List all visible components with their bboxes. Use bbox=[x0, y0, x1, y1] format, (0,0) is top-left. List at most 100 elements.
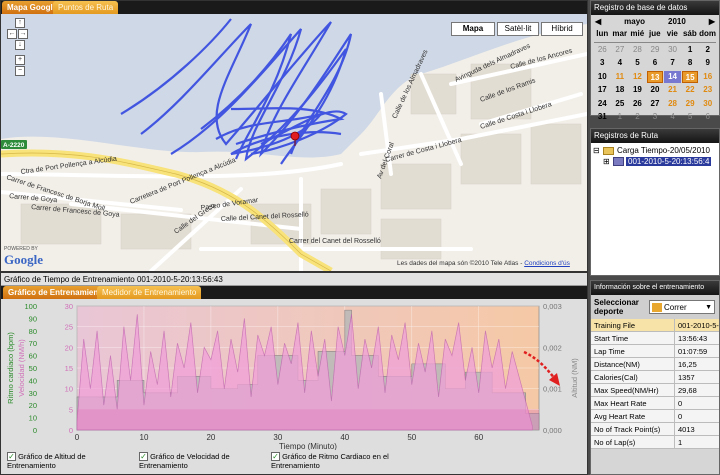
calendar-day[interactable]: 24 bbox=[594, 98, 611, 111]
info-key: No of Lap(s) bbox=[591, 436, 675, 448]
maptype-map-button[interactable]: Mapa bbox=[451, 22, 495, 36]
maptype-hybrid-button[interactable]: Híbrid bbox=[541, 22, 583, 36]
x-axis-label: Tiempo (Minuto) bbox=[279, 442, 337, 450]
google-logo: Google bbox=[4, 252, 43, 267]
info-key: Avg Heart Rate bbox=[591, 410, 675, 422]
hr-tick-label: 90 bbox=[29, 314, 37, 323]
calendar-day[interactable]: 19 bbox=[629, 84, 646, 97]
calendar-day[interactable]: 16 bbox=[699, 71, 716, 84]
street-label: Carrer del Canet del Rosselló bbox=[289, 238, 381, 245]
calendar-day[interactable]: 2 bbox=[629, 111, 646, 124]
calendar-day[interactable]: 22 bbox=[682, 84, 699, 97]
hr-tick-label: 40 bbox=[29, 376, 37, 385]
calendar-day[interactable]: 27 bbox=[647, 98, 664, 111]
info-row: Max Speed(NM/Hr) 29,68 bbox=[591, 384, 719, 397]
calendar-day[interactable]: 6 bbox=[647, 57, 664, 70]
calendar-day[interactable]: 23 bbox=[699, 84, 716, 97]
collapse-icon[interactable]: ⊟ bbox=[593, 146, 601, 155]
calendar-day[interactable]: 14 bbox=[664, 70, 681, 83]
alt-tick-label: 0,002 bbox=[543, 343, 562, 352]
calendar-day[interactable]: 29 bbox=[682, 98, 699, 111]
info-table: Training File 001-2010-5- Start Time 13:56:… bbox=[591, 319, 719, 449]
calendar-day[interactable]: 18 bbox=[612, 84, 629, 97]
calendar-day[interactable]: 21 bbox=[664, 84, 681, 97]
tab-training-meter[interactable]: Medidor de Entrenamiento bbox=[97, 286, 202, 299]
pan-down-icon[interactable]: ↓ bbox=[15, 40, 25, 50]
calendar-day[interactable]: 7 bbox=[664, 57, 681, 70]
calendar-day[interactable]: 26 bbox=[629, 98, 646, 111]
calendar-day[interactable]: 29 bbox=[647, 44, 664, 57]
tree-folder-row[interactable]: ⊟ Carga Tiempo-20/05/2010 bbox=[593, 145, 717, 156]
calendar-day[interactable]: 3 bbox=[594, 57, 611, 70]
calendar-day[interactable]: 27 bbox=[612, 44, 629, 57]
zoom-out-icon[interactable]: − bbox=[15, 66, 25, 76]
sport-selector-row: Seleccionar deporte Correr ▼ bbox=[591, 295, 719, 319]
speed-checkbox[interactable]: ✓ bbox=[139, 452, 148, 461]
calendar-nav: ◀ mayo 2010 ▶ bbox=[591, 15, 719, 28]
route-item-label[interactable]: 001-2010-5-20:13:56:4 bbox=[626, 157, 712, 166]
maptype-satellite-button[interactable]: Satèl·lit bbox=[497, 22, 539, 36]
calendar-day[interactable]: 30 bbox=[699, 98, 716, 111]
chart-tabbar: Gráfico de Entrenamiento Medidor de Entr… bbox=[1, 286, 587, 299]
calendar-day[interactable]: 4 bbox=[664, 111, 681, 124]
calendar-day[interactable]: 25 bbox=[612, 98, 629, 111]
legend-heartrate[interactable]: ✓ Gráfico de Ritmo Cardiaco en el Entren… bbox=[271, 452, 401, 470]
calendar-day[interactable]: 4 bbox=[612, 57, 629, 70]
zoom-in-icon[interactable]: + bbox=[15, 55, 25, 65]
calendar-day[interactable]: 28 bbox=[629, 44, 646, 57]
calendar-day[interactable]: 8 bbox=[682, 57, 699, 70]
calendar-day[interactable]: 26 bbox=[594, 44, 611, 57]
calendar-day[interactable]: 6 bbox=[699, 111, 716, 124]
sport-value: Correr bbox=[664, 302, 687, 312]
prev-month-icon[interactable]: ◀ bbox=[595, 17, 601, 26]
expand-icon[interactable]: ⊞ bbox=[603, 157, 611, 166]
calendar-day[interactable]: 2 bbox=[699, 44, 716, 57]
calendar-day[interactable]: 11 bbox=[612, 71, 629, 84]
heartrate-checkbox[interactable]: ✓ bbox=[271, 452, 280, 461]
training-chart[interactable]: 01020304050607080901000510152025300,0000… bbox=[1, 300, 587, 450]
map-view[interactable]: Ctra de Port Pollença a Alcúdia Carreter… bbox=[1, 14, 587, 271]
conditions-link[interactable]: Condicions d'ús bbox=[524, 260, 570, 267]
calendar-day[interactable]: 1 bbox=[612, 111, 629, 124]
info-row: Training File 001-2010-5- bbox=[591, 319, 719, 332]
info-row: Calories(Cal) 1357 bbox=[591, 371, 719, 384]
calendar-day[interactable]: 17 bbox=[594, 84, 611, 97]
calendar-day[interactable]: 5 bbox=[682, 111, 699, 124]
folder-label: Carga Tiempo-20/05/2010 bbox=[617, 146, 710, 155]
pan-up-icon[interactable]: ↑ bbox=[15, 18, 25, 28]
pan-right-icon[interactable]: → bbox=[18, 29, 28, 39]
sport-label: Seleccionar deporte bbox=[594, 298, 639, 316]
tab-training-chart[interactable]: Gráfico de Entrenamiento bbox=[3, 286, 111, 299]
pan-left-icon[interactable]: ← bbox=[7, 29, 17, 39]
calendar-day[interactable]: 10 bbox=[594, 71, 611, 84]
speed-tick-label: 25 bbox=[65, 323, 73, 332]
legend-speed-label: Gráfico de Velocidad de Entrenamiento bbox=[139, 452, 230, 470]
info-value: 0 bbox=[678, 399, 683, 408]
calendar-day[interactable]: 12 bbox=[629, 71, 646, 84]
calendar-day[interactable]: 1 bbox=[682, 44, 699, 57]
altitude-checkbox[interactable]: ✓ bbox=[7, 452, 16, 461]
sport-dropdown[interactable]: Correr ▼ bbox=[649, 300, 715, 314]
calendar-day[interactable]: 9 bbox=[699, 57, 716, 70]
map-attribution: Les dades del mapa són ©2010 Tele Atlas … bbox=[397, 260, 570, 267]
calendar-day[interactable]: 28 bbox=[664, 98, 681, 111]
next-month-icon[interactable]: ▶ bbox=[709, 17, 715, 26]
calendar-day[interactable]: 5 bbox=[629, 57, 646, 70]
tree-route-row[interactable]: ⊞ 001-2010-5-20:13:56:4 bbox=[603, 156, 717, 167]
alt-tick-label: 0,003 bbox=[543, 302, 562, 311]
legend-altitude[interactable]: ✓ Gráfico de Altitud de Entrenamiento bbox=[7, 452, 127, 470]
calendar-day[interactable]: 13 bbox=[646, 70, 664, 83]
speed-tick-label: 15 bbox=[65, 364, 73, 373]
calendar-day[interactable]: 30 bbox=[664, 44, 681, 57]
routes-tree: ⊟ Carga Tiempo-20/05/2010 ⊞ 001-2010-5-2… bbox=[591, 143, 719, 275]
calendar-day[interactable]: 15 bbox=[681, 70, 699, 83]
hr-tick-label: 10 bbox=[29, 414, 37, 423]
legend-speed[interactable]: ✓ Gráfico de Velocidad de Entrenamiento bbox=[139, 452, 259, 470]
weekday-label: jue bbox=[649, 29, 661, 38]
calendar-day[interactable]: 3 bbox=[647, 111, 664, 124]
calendar-day[interactable]: 20 bbox=[647, 84, 664, 97]
calendar-day[interactable]: 31 bbox=[594, 111, 611, 124]
tab-route-points[interactable]: Puntos de Ruta bbox=[53, 1, 119, 14]
info-row: Distance(NM) 16,25 bbox=[591, 358, 719, 371]
alt-tick-label: 0,001 bbox=[543, 385, 562, 394]
